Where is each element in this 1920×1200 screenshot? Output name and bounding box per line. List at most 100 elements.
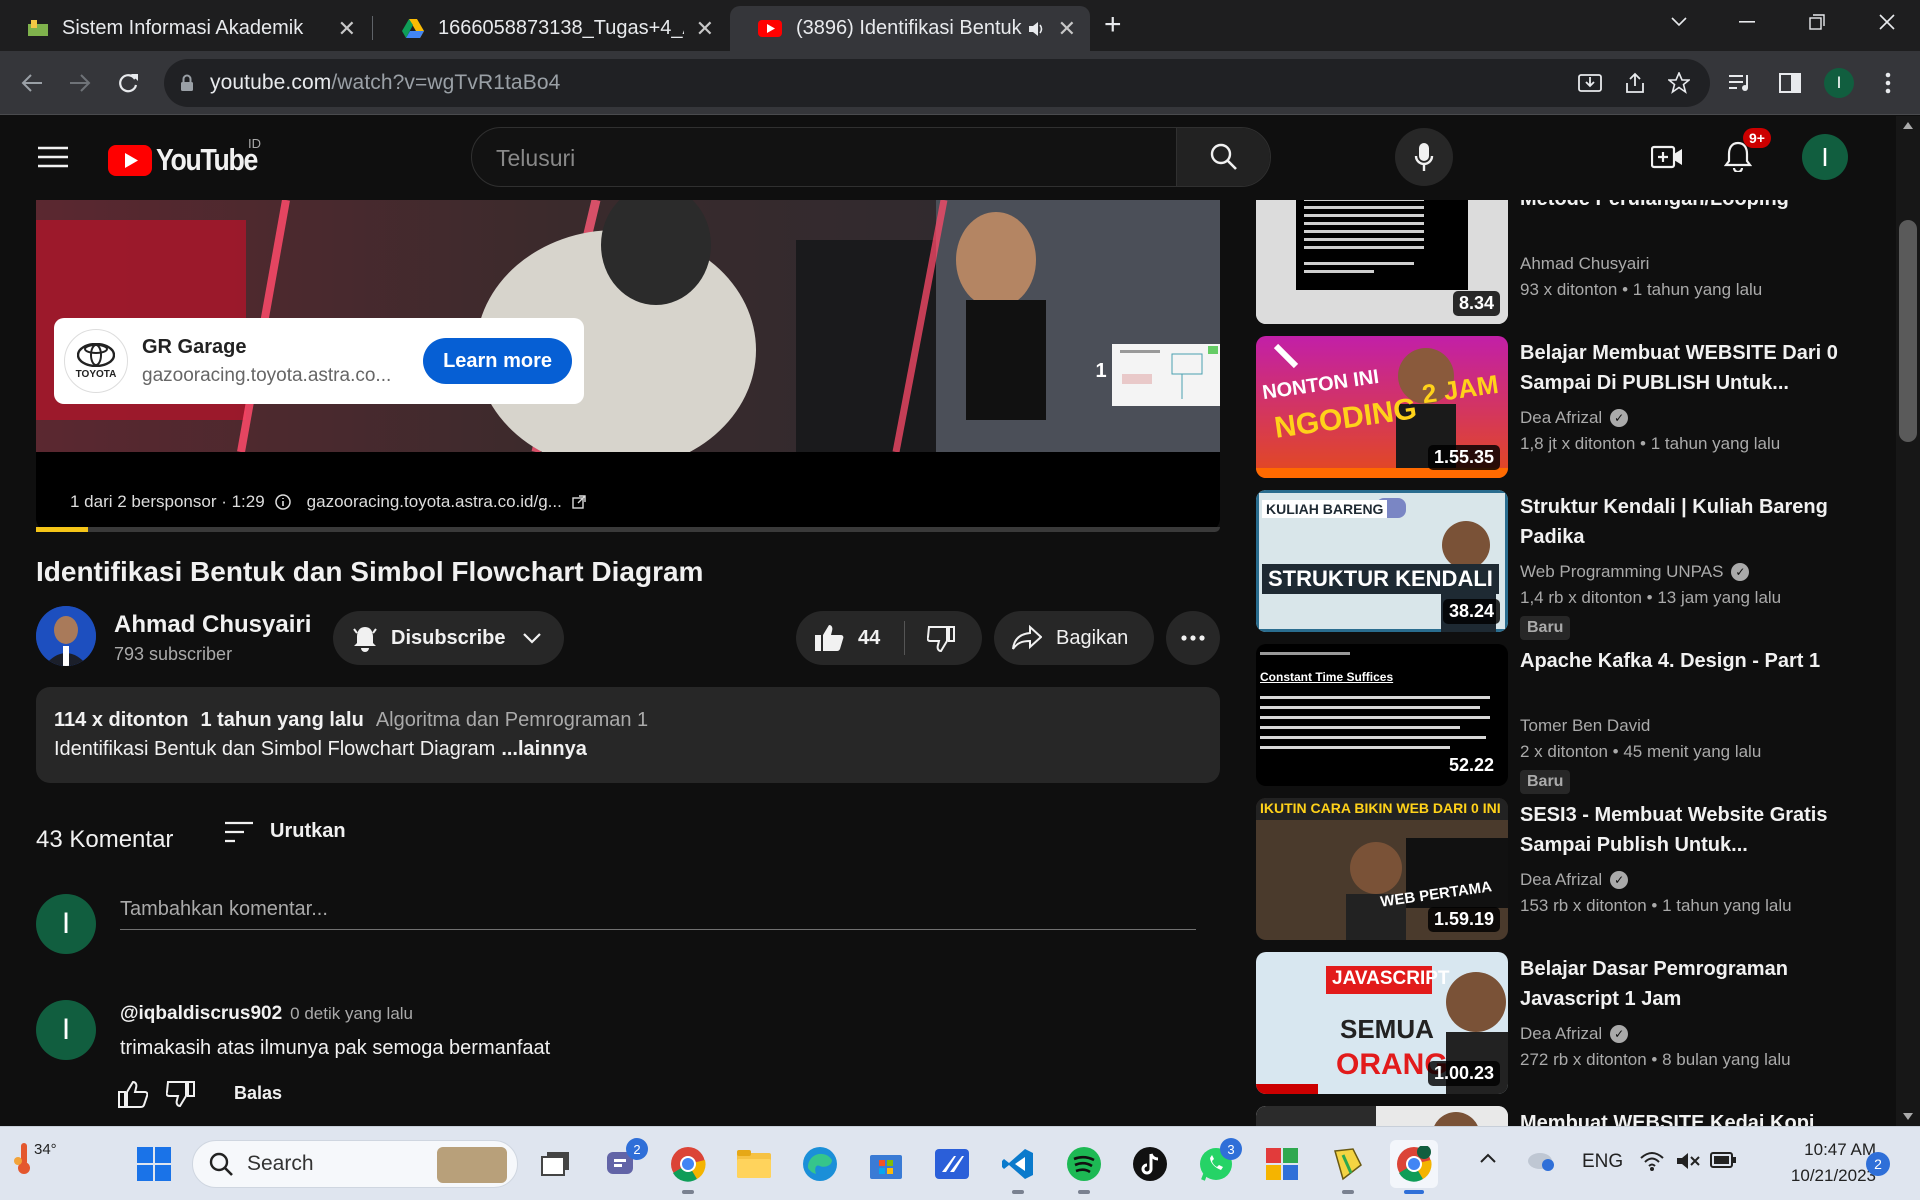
speaker-icon[interactable] <box>1028 21 1046 37</box>
hamburger-menu-icon[interactable] <box>38 146 68 168</box>
page-scrollbar[interactable] <box>1896 116 1920 1126</box>
show-more-link[interactable]: ...lainnya <box>501 738 587 761</box>
video-thumbnail[interactable]: KULIAH BARENG STRUKTUR KENDALI 38.24 <box>1256 490 1508 632</box>
tab-close-icon[interactable]: ✕ <box>338 16 356 42</box>
channel-name[interactable]: Ahmad Chusyairi <box>114 611 311 639</box>
recommended-video[interactable]: Constant Time Suffices 52.22 Apache Kafk… <box>1256 644 1848 794</box>
recommended-video[interactable]: 8.34 Metode Perulangan/Looping Ahmad Chu… <box>1256 200 1848 324</box>
tiktok-icon[interactable] <box>1126 1140 1174 1188</box>
volume-muted-icon[interactable] <box>1676 1151 1700 1171</box>
whatsapp-icon[interactable]: 3 <box>1192 1138 1242 1188</box>
comment-author[interactable]: @iqbaldiscrus902 <box>120 1003 282 1025</box>
new-tab-button[interactable]: + <box>1104 8 1122 42</box>
comment-time[interactable]: 0 detik yang lalu <box>290 1004 413 1024</box>
description-box[interactable]: 114 x ditonton 1 tahun yang lalu Algorit… <box>36 687 1220 783</box>
show-hidden-icons[interactable] <box>1480 1153 1496 1163</box>
subscribed-button[interactable]: Disubscribe <box>333 611 564 665</box>
next-video-preview[interactable] <box>1112 344 1220 406</box>
weather-widget[interactable]: 34° <box>14 1141 57 1175</box>
vscode-icon[interactable] <box>994 1140 1042 1194</box>
file-explorer-icon[interactable] <box>730 1140 778 1188</box>
media-control-icon[interactable] <box>1724 67 1756 99</box>
create-video-icon[interactable] <box>1651 144 1683 170</box>
restore-icon[interactable] <box>1782 0 1852 44</box>
search-box[interactable] <box>471 127 1271 187</box>
bookmarks-app-icon[interactable] <box>1324 1140 1372 1194</box>
dislike-button[interactable] <box>905 624 957 652</box>
learn-more-button[interactable]: Learn more <box>423 338 572 384</box>
recommended-video[interactable]: IKUTIN CARA BIKIN WEB DARI 0 INI WEB PER… <box>1256 798 1848 940</box>
address-bar[interactable]: youtube.com/watch?v=wgTvR1taBo4 <box>164 59 1710 107</box>
chrome-icon[interactable] <box>664 1140 712 1194</box>
bookmark-star-icon[interactable] <box>1668 72 1690 94</box>
video-thumbnail[interactable]: JAVASCRIPT SEMUA ORANG 1.00.23 <box>1256 952 1508 1094</box>
share-button[interactable]: Bagikan <box>994 611 1154 665</box>
search-button[interactable] <box>1176 128 1270 186</box>
ad-link[interactable]: gazooracing.toyota.astra.co.id/g... <box>307 492 562 512</box>
app-colorful-icon[interactable] <box>1258 1140 1306 1188</box>
task-view-icon[interactable] <box>532 1140 580 1188</box>
spotify-icon[interactable] <box>1060 1140 1108 1194</box>
like-button[interactable]: 44 <box>796 624 904 652</box>
add-comment-field[interactable]: Tambahkan komentar... <box>120 892 1196 930</box>
scroll-down-icon[interactable] <box>1903 1113 1913 1120</box>
video-thumbnail[interactable]: Constant Time Suffices 52.22 <box>1256 644 1508 786</box>
video-thumbnail[interactable]: 8.34 <box>1256 200 1508 324</box>
tab-close-icon[interactable]: ✕ <box>696 16 714 42</box>
back-icon[interactable] <box>16 67 48 99</box>
ad-card[interactable]: TOYOTA GR Garage gazooracing.toyota.astr… <box>54 318 584 404</box>
tab-search-icon[interactable] <box>1644 0 1714 44</box>
video-thumbnail[interactable]: NONTON INI NGODING 2 JAM 1.55.35 <box>1256 336 1508 478</box>
onedrive-network-icon[interactable] <box>1526 1149 1556 1173</box>
channel-name[interactable]: Ahmad Chusyairi <box>1520 254 1649 274</box>
channel-name[interactable]: Tomer Ben David <box>1520 716 1650 736</box>
recommended-video[interactable]: Membuat WEBSITE Kedai Kopi <box>1256 1106 1848 1126</box>
minimize-icon[interactable] <box>1712 0 1782 44</box>
playlist-link[interactable]: Algoritma dan Pemrograman 1 <box>376 709 648 732</box>
reload-icon[interactable] <box>112 67 144 99</box>
channel-name[interactable]: Dea Afrizal ✓ <box>1520 408 1629 428</box>
channel-name[interactable]: Dea Afrizal ✓ <box>1520 870 1629 890</box>
more-actions-button[interactable] <box>1166 611 1220 665</box>
side-panel-icon[interactable] <box>1774 67 1806 99</box>
scrollbar-thumb[interactable] <box>1899 220 1917 442</box>
recommended-video[interactable]: KULIAH BARENG STRUKTUR KENDALI 38.24 Str… <box>1256 490 1848 640</box>
video-thumbnail[interactable]: IKUTIN CARA BIKIN WEB DARI 0 INI WEB PER… <box>1256 798 1508 940</box>
chrome-profile-icon[interactable] <box>1390 1140 1438 1194</box>
comment-dislike-icon[interactable] <box>166 1080 196 1108</box>
microsoft-store-icon[interactable] <box>862 1140 910 1188</box>
tab-close-icon[interactable]: ✕ <box>1058 16 1076 42</box>
tab-google-drive[interactable]: 1666058873138_Tugas+4_Alpro ✕ <box>374 6 728 51</box>
clock[interactable]: 10:47 AM 10/21/2023 <box>1756 1137 1876 1189</box>
channel-avatar[interactable] <box>36 606 96 666</box>
comment-like-icon[interactable] <box>118 1080 148 1108</box>
teams-chat-icon[interactable]: 2 <box>598 1138 648 1188</box>
info-icon[interactable] <box>274 494 291 510</box>
battery-icon[interactable] <box>1710 1152 1736 1168</box>
video-thumbnail[interactable] <box>1256 1106 1508 1126</box>
recommended-video[interactable]: JAVASCRIPT SEMUA ORANG 1.00.23 Belajar D… <box>1256 952 1848 1094</box>
windows-start-icon[interactable] <box>130 1140 178 1188</box>
input-language[interactable]: ENG <box>1582 1151 1623 1173</box>
power-automate-icon[interactable] <box>928 1140 976 1188</box>
search-input[interactable] <box>472 128 1270 186</box>
window-close-icon[interactable] <box>1852 0 1920 44</box>
browser-profile-avatar[interactable]: I <box>1824 68 1854 98</box>
channel-name[interactable]: Dea Afrizal ✓ <box>1520 1024 1629 1044</box>
scroll-up-icon[interactable] <box>1903 122 1913 129</box>
external-link-icon[interactable] <box>572 495 586 509</box>
tab-youtube-active[interactable]: (3896) Identifikasi Bentuk da ✕ <box>730 6 1090 51</box>
notifications-bell-icon[interactable]: 9+ <box>1724 128 1771 172</box>
channel-name[interactable]: Web Programming UNPAS ✓ <box>1520 562 1750 582</box>
install-app-icon[interactable] <box>1578 72 1602 94</box>
reply-button[interactable]: Balas <box>234 1083 282 1104</box>
tab-sistem-informasi[interactable]: Sistem Informasi Akademik ✕ <box>0 6 370 51</box>
taskbar-search-box[interactable]: Search <box>192 1140 518 1188</box>
account-avatar[interactable]: I <box>1802 134 1848 180</box>
notification-center-badge[interactable]: 2 <box>1866 1152 1890 1176</box>
browser-menu-icon[interactable] <box>1872 67 1904 99</box>
sort-comments-button[interactable]: Urutkan <box>224 820 346 843</box>
voice-search-button[interactable] <box>1395 128 1453 186</box>
lock-icon[interactable] <box>180 74 194 92</box>
commenter-avatar[interactable]: I <box>36 1000 96 1060</box>
